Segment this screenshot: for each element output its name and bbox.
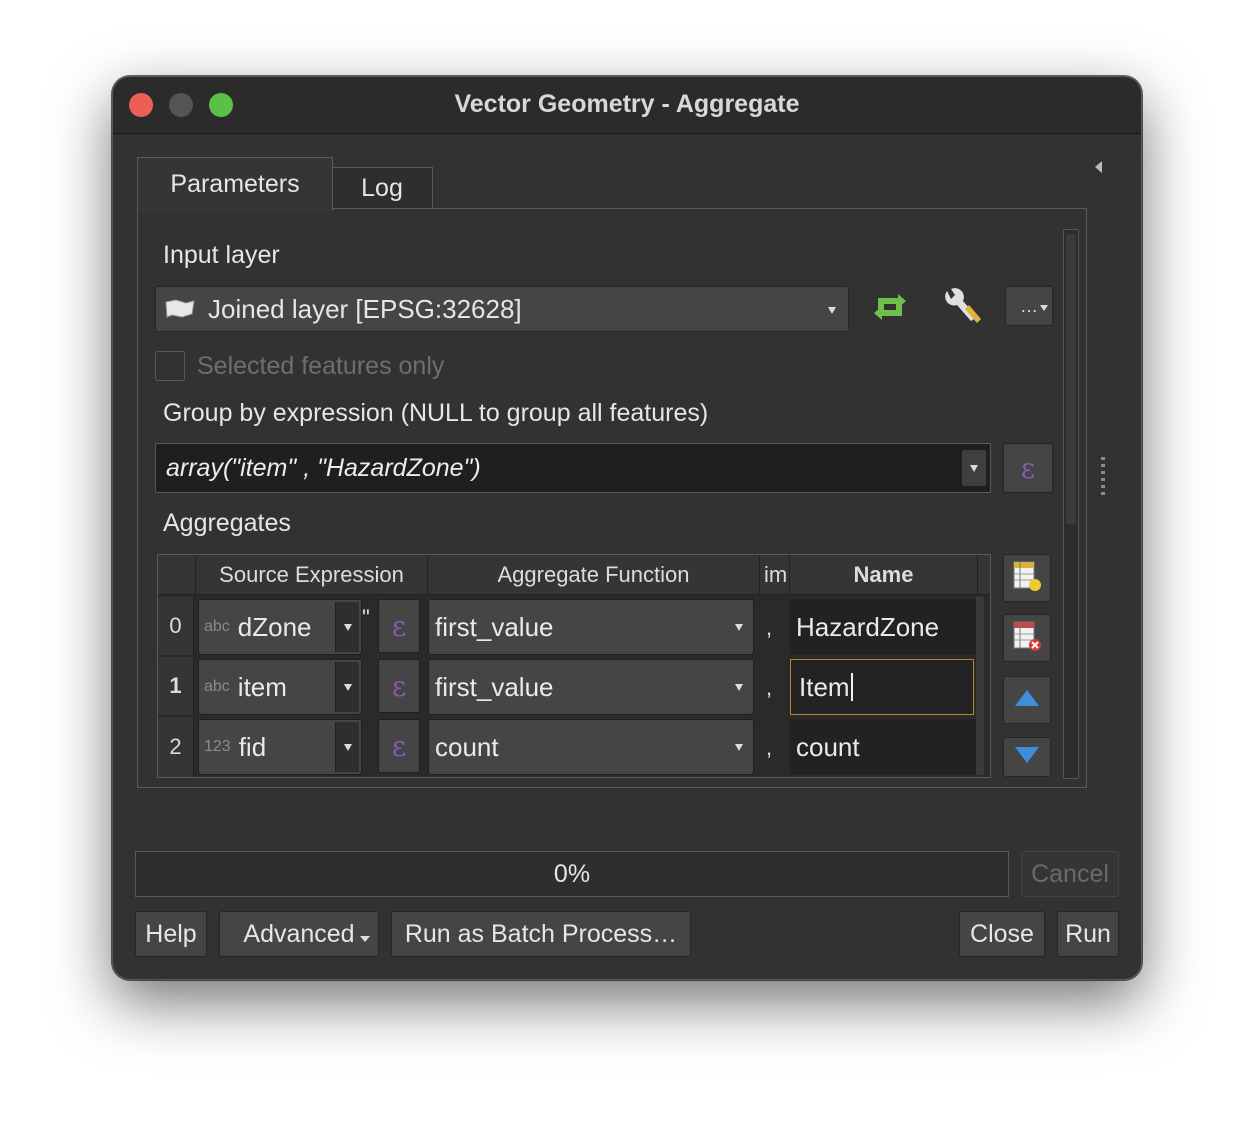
aggregate-function-value-0: first_value [435, 611, 554, 642]
source-dropdown-button-1[interactable] [335, 662, 359, 712]
row-header-1[interactable]: 1 [158, 657, 194, 715]
row-header-0[interactable]: 0 [158, 597, 194, 655]
layer-options-button[interactable]: … [1005, 286, 1053, 326]
progress-bar: 0% [135, 851, 1009, 897]
advanced-button-label: Advanced [243, 919, 355, 948]
chevron-down-icon [735, 684, 743, 691]
column-header-source[interactable]: Source Expression [196, 555, 428, 595]
source-expression-value-2: fid [238, 731, 267, 762]
table-header-filler [978, 555, 990, 595]
source-expression-builder-1[interactable]: ε [378, 659, 420, 713]
source-expression-combo-1[interactable]: abc item [198, 659, 362, 715]
name-input-value-1: Item [799, 671, 850, 702]
aggregate-dialog: Vector Geometry - Aggregate Parameters L… [112, 76, 1142, 980]
run-button[interactable]: Run [1057, 911, 1119, 957]
chevron-down-icon [344, 684, 352, 691]
more-options-label: … [1020, 295, 1038, 316]
collapse-panel-icon[interactable] [1095, 161, 1102, 173]
window-title: Vector Geometry - Aggregate [454, 90, 800, 118]
selected-features-checkbox[interactable] [155, 351, 185, 381]
arrow-down-icon [1013, 745, 1041, 770]
table-corner [158, 555, 196, 595]
add-field-button[interactable] [1003, 554, 1051, 602]
column-header-function[interactable]: Aggregate Function [428, 555, 760, 595]
advanced-options-button[interactable] [935, 285, 989, 333]
source-expression-combo-2[interactable]: 123 fid [198, 719, 362, 775]
close-button[interactable]: Close [959, 911, 1045, 957]
move-up-button[interactable] [1003, 676, 1051, 724]
group-by-expression-builder-button[interactable]: ε [1003, 443, 1053, 493]
name-input-1[interactable]: Item [790, 659, 974, 715]
name-cell-0[interactable]: HazardZone [790, 599, 976, 655]
string-type-icon: abc [204, 618, 230, 635]
aggregates-table: Source Expression Aggregate Function im … [157, 554, 991, 778]
iterate-icon [870, 290, 910, 329]
string-type-icon: abc [204, 678, 230, 695]
delimiter-cell-0[interactable]: , [754, 615, 784, 641]
row-header-2[interactable]: 2 [158, 717, 194, 777]
move-down-button[interactable] [1003, 737, 1051, 777]
input-layer-combo[interactable]: Joined layer [EPSG:32628] [155, 286, 849, 332]
arrow-up-icon [1013, 688, 1041, 713]
group-by-dropdown-button[interactable] [962, 450, 986, 486]
source-expression-builder-2[interactable]: ε [378, 719, 420, 773]
chevron-down-icon [970, 465, 978, 472]
chevron-down-icon [735, 624, 743, 631]
tab-log[interactable]: Log [331, 167, 433, 209]
integer-type-icon: 123 [204, 738, 231, 755]
delimiter-cell-2[interactable]: , [754, 735, 784, 761]
text-caret [850, 673, 853, 701]
aggregate-function-combo-1[interactable]: first_value [428, 659, 754, 715]
panel-splitter-handle[interactable] [1101, 457, 1105, 495]
delimiter-cell-1[interactable]: , [754, 675, 784, 701]
chevron-down-icon [828, 307, 836, 314]
group-by-expression-value: array("item" , "HazardZone") [166, 453, 481, 482]
source-expression-builder-0[interactable]: ε [378, 599, 420, 653]
source-expression-combo-0[interactable]: abc dZone [198, 599, 362, 655]
column-header-name[interactable]: Name [790, 555, 978, 595]
panel-scrollbar-thumb[interactable] [1066, 234, 1076, 524]
run-batch-button[interactable]: Run as Batch Process… [391, 911, 691, 957]
chevron-down-icon [735, 744, 743, 751]
help-button[interactable]: Help [135, 911, 207, 957]
cancel-button[interactable]: Cancel [1021, 851, 1119, 897]
chevron-down-icon [1040, 305, 1048, 311]
selected-features-label: Selected features only [197, 352, 445, 380]
progress-text: 0% [553, 859, 591, 888]
add-field-icon [1012, 560, 1042, 597]
group-by-expression-input[interactable]: array("item" , "HazardZone") [155, 443, 991, 493]
source-expression-value-1: item [237, 671, 287, 702]
source-expression-value-0: dZone [237, 611, 312, 642]
aggregates-label: Aggregates [163, 509, 291, 537]
advanced-button[interactable]: Advanced [219, 911, 379, 957]
iterate-button[interactable] [863, 285, 917, 333]
delete-field-button[interactable] [1003, 614, 1051, 662]
aggregate-function-combo-2[interactable]: count [428, 719, 754, 775]
delete-field-icon [1012, 620, 1042, 657]
chevron-down-icon [344, 744, 352, 751]
chevron-down-icon [344, 624, 352, 631]
expression-epsilon-icon: ε [391, 729, 407, 763]
source-dropdown-button-2[interactable] [335, 722, 359, 772]
polygon-layer-icon [164, 298, 196, 320]
chevron-down-icon [360, 936, 370, 942]
title-bar: Vector Geometry - Aggregate [113, 77, 1141, 134]
aggregate-function-combo-0[interactable]: first_value [428, 599, 754, 655]
tab-parameters[interactable]: Parameters [137, 157, 333, 211]
expression-epsilon-icon: ε [1020, 451, 1036, 485]
expression-epsilon-icon: ε [391, 609, 407, 643]
table-scrollbar[interactable] [976, 597, 984, 775]
group-by-label: Group by expression (NULL to group all f… [163, 399, 709, 427]
aggregate-function-value-1: first_value [435, 671, 554, 702]
aggregate-function-value-2: count [435, 731, 499, 762]
column-header-delimiter[interactable]: im [760, 555, 790, 595]
panel-scrollbar[interactable] [1063, 229, 1079, 779]
input-layer-value: Joined layer [EPSG:32628] [208, 293, 522, 324]
name-cell-2[interactable]: count [790, 719, 976, 775]
source-dropdown-button-0[interactable] [335, 602, 359, 652]
expression-epsilon-icon: ε [391, 669, 407, 703]
source-overflow-0: " [362, 605, 370, 630]
wrench-icon [941, 287, 983, 332]
input-layer-label: Input layer [163, 241, 280, 269]
